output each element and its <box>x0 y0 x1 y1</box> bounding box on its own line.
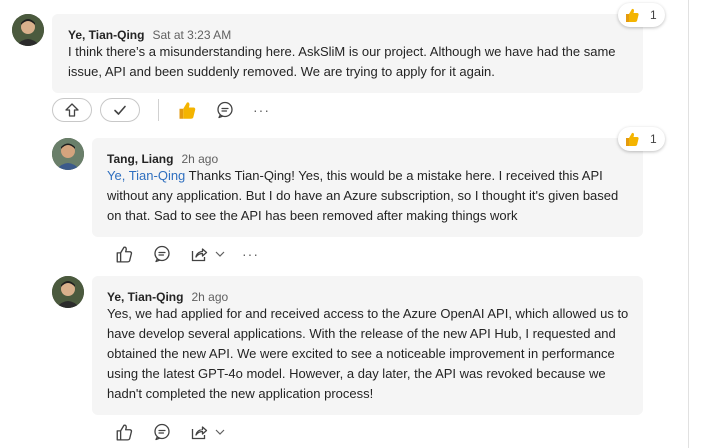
like-button[interactable] <box>112 420 136 444</box>
thumbs-up-emoji-icon <box>624 131 640 147</box>
timestamp: 2h ago <box>181 152 219 166</box>
like-button[interactable] <box>112 242 136 266</box>
message-actions: ··· <box>52 96 270 124</box>
reaction-count: 1 <box>650 132 657 146</box>
comment-icon <box>154 245 170 263</box>
author-name: Tang, Liang <box>107 152 174 166</box>
reaction-badge[interactable]: 1 <box>618 127 665 151</box>
mention-link[interactable]: Ye, Tian-Qing <box>107 168 185 183</box>
message-header: Ye, Tian-Qing Sat at 3:23 AM <box>68 27 231 43</box>
thumbs-up-emoji-icon <box>624 7 640 23</box>
avatar[interactable] <box>12 14 44 46</box>
mark-answer-button[interactable] <box>100 98 140 122</box>
more-options-button[interactable]: ··· <box>242 247 259 261</box>
like-button[interactable] <box>175 98 199 122</box>
timestamp: 2h ago <box>191 290 229 304</box>
chevron-down-icon <box>215 251 225 257</box>
author-name: Ye, Tian-Qing <box>107 290 184 304</box>
thumbs-up-icon <box>116 424 133 441</box>
arrow-up-icon <box>65 103 79 117</box>
message-text: Yes, we had applied for and received acc… <box>107 306 629 401</box>
chevron-down-icon <box>215 429 225 435</box>
divider <box>158 99 159 121</box>
thumbs-up-icon <box>116 246 133 263</box>
thumbs-up-filled-icon <box>179 102 196 119</box>
avatar[interactable] <box>52 276 84 308</box>
comment-icon <box>154 423 170 441</box>
reply-button[interactable] <box>213 98 237 122</box>
checkmark-icon <box>114 105 126 115</box>
message-header: Ye, Tian-Qing 2h ago <box>107 289 228 305</box>
more-options-button[interactable]: ··· <box>253 103 270 117</box>
message-text: I think there’s a misunderstanding here.… <box>68 44 616 79</box>
share-icon <box>191 426 208 440</box>
author-name: Ye, Tian-Qing <box>68 28 145 42</box>
avatar[interactable] <box>52 138 84 170</box>
timestamp: Sat at 3:23 AM <box>152 28 232 42</box>
reply-button[interactable] <box>150 242 174 266</box>
share-button[interactable] <box>188 420 228 444</box>
message-actions: ··· <box>112 240 259 268</box>
comment-icon <box>217 101 233 119</box>
share-button[interactable] <box>188 242 228 266</box>
reaction-count: 1 <box>650 8 657 22</box>
reaction-badge[interactable]: 1 <box>618 3 665 27</box>
share-icon <box>191 248 208 262</box>
message-text: Ye, Tian-Qing Thanks Tian-Qing! Yes, thi… <box>107 166 632 226</box>
message-header: Tang, Liang 2h ago <box>107 151 218 167</box>
reply-button[interactable] <box>150 420 174 444</box>
upvote-button[interactable] <box>52 98 92 122</box>
scrollbar-track[interactable] <box>688 0 702 448</box>
message-actions <box>112 418 242 446</box>
